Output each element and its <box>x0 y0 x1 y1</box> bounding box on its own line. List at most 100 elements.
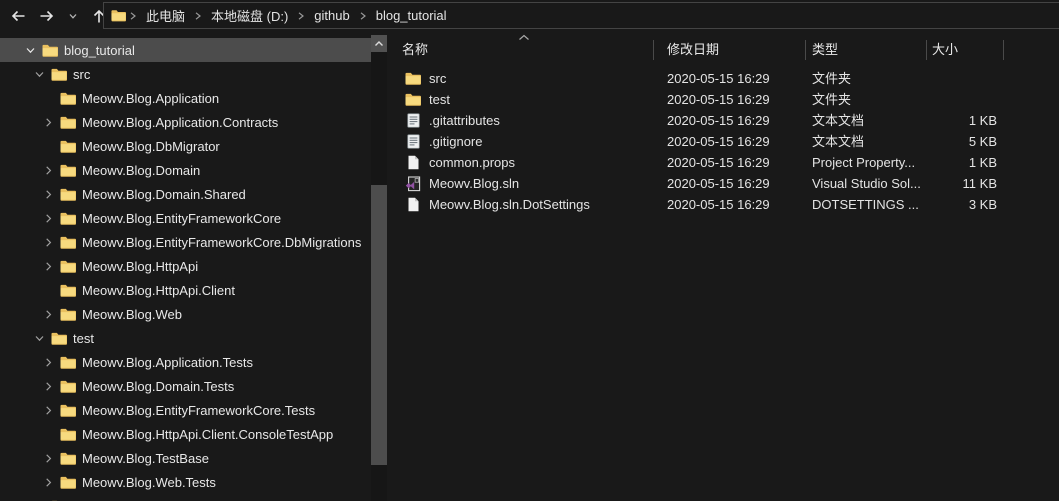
tree-expander-icon[interactable] <box>40 282 57 298</box>
folder-icon <box>42 44 58 57</box>
back-icon <box>9 7 27 25</box>
breadcrumb-chevron-icon[interactable] <box>294 11 308 21</box>
scrollbar-thumb[interactable] <box>371 185 387 465</box>
column-header-size[interactable]: 大小 <box>926 36 1003 63</box>
tree-item[interactable]: Meowv.Blog.Web <box>0 302 387 326</box>
tree-item-label: Meowv.Blog.EntityFrameworkCore.DbMigrati… <box>82 234 362 250</box>
tree-item-label: test <box>73 330 94 346</box>
tree-scrollbar[interactable] <box>371 35 387 501</box>
tree-expander-icon[interactable] <box>31 330 48 346</box>
column-divider[interactable] <box>805 40 806 60</box>
breadcrumb-label[interactable]: blog_tutorial <box>370 8 453 23</box>
file-row[interactable]: common.props 2020-05-15 16:29 Project Pr… <box>390 152 1059 173</box>
tree-item[interactable]: Meowv.Blog.EntityFrameworkCore.Tests <box>0 398 387 422</box>
folder-icon <box>60 140 76 153</box>
file-icon <box>405 113 421 129</box>
tree-item[interactable]: Meowv.Blog.Application <box>0 86 387 110</box>
tree-item[interactable]: Meowv.Blog.HttpApi.Client.ConsoleTestApp <box>0 422 387 446</box>
breadcrumb-label[interactable]: 本地磁盘 (D:) <box>205 6 294 25</box>
folder-icon <box>60 284 76 297</box>
tree-expander-icon[interactable] <box>40 186 57 202</box>
sort-ascending-icon <box>518 34 530 41</box>
forward-button[interactable] <box>37 5 57 27</box>
file-row[interactable]: Meowv.Blog.sln.DotSettings 2020-05-15 16… <box>390 194 1059 215</box>
tree-expander-icon[interactable] <box>22 42 39 58</box>
tree-expander-icon[interactable] <box>40 138 57 154</box>
tree-item[interactable]: blog_tutorial <box>0 38 387 62</box>
forward-icon <box>38 7 56 25</box>
column-divider[interactable] <box>653 40 654 60</box>
breadcrumb-chevron-icon[interactable] <box>126 11 140 21</box>
tree-item[interactable]: Meowv.Blog.DbMigrator <box>0 134 387 158</box>
tree-expander-icon[interactable] <box>40 354 57 370</box>
file-name-cell: src <box>390 68 653 89</box>
tree-expander-icon[interactable] <box>40 234 57 250</box>
tree-item[interactable]: Meowv.Blog.TestBase <box>0 446 387 470</box>
tree-item[interactable]: src <box>0 62 387 86</box>
tree-item[interactable]: Meowv.Blog.HttpApi <box>0 254 387 278</box>
column-divider[interactable] <box>926 40 927 60</box>
tree-expander-icon[interactable] <box>40 426 57 442</box>
tree-expander-icon[interactable] <box>40 378 57 394</box>
navigation-bar: 此电脑 本地磁盘 (D:) github blog_tutorial <box>0 0 1059 31</box>
file-name-cell: .gitignore <box>390 131 653 152</box>
breadcrumb-item: blog_tutorial <box>356 3 453 28</box>
file-row[interactable]: Meowv.Blog.sln 2020-05-15 16:29 Visual S… <box>390 173 1059 194</box>
file-type: DOTSETTINGS ... <box>812 197 919 212</box>
file-icon <box>405 134 421 150</box>
file-row[interactable]: .gitattributes 2020-05-15 16:29 文本文档 1 K… <box>390 110 1059 131</box>
tree-item[interactable]: Meowv.Blog.Application.Tests <box>0 350 387 374</box>
tree-item-label: Meowv.Blog.HttpApi.Client <box>82 282 235 298</box>
tree-item[interactable]: Meowv.Blog.Web.Tests <box>0 470 387 494</box>
tree-item[interactable]: Meowv.Blog.EntityFrameworkCore <box>0 206 387 230</box>
back-button[interactable] <box>8 5 28 27</box>
tree-expander-icon[interactable] <box>40 306 57 322</box>
breadcrumb-chevron-icon[interactable] <box>191 11 205 21</box>
tree-expander-icon[interactable] <box>40 450 57 466</box>
file-row[interactable]: src 2020-05-15 16:29 文件夹 <box>390 68 1059 89</box>
file-date: 2020-05-15 16:29 <box>667 197 770 212</box>
tree-expander-icon[interactable] <box>40 210 57 226</box>
tree-item[interactable]: Meowv.Blog.Domain <box>0 158 387 182</box>
tree-item[interactable]: Meowv.Blog.Domain.Shared <box>0 182 387 206</box>
folder-icon <box>60 116 76 129</box>
breadcrumb-chevron-icon[interactable] <box>356 11 370 21</box>
tree-expander-icon[interactable] <box>40 258 57 274</box>
column-header-date[interactable]: 修改日期 <box>653 36 805 63</box>
tree-expander-icon[interactable] <box>40 474 57 490</box>
tree-item[interactable] <box>0 494 387 501</box>
column-header-date-label: 修改日期 <box>667 42 720 57</box>
file-size: 11 KB <box>962 176 997 191</box>
file-row[interactable]: test 2020-05-15 16:29 文件夹 <box>390 89 1059 110</box>
column-divider[interactable] <box>1003 40 1004 60</box>
tree-expander-icon[interactable] <box>40 162 57 178</box>
tree-item[interactable]: Meowv.Blog.Application.Contracts <box>0 110 387 134</box>
file-size: 1 KB <box>968 113 997 128</box>
breadcrumb-label[interactable]: 此电脑 <box>140 6 191 25</box>
address-bar[interactable]: 此电脑 本地磁盘 (D:) github blog_tutorial <box>103 2 1059 29</box>
breadcrumb-label[interactable]: github <box>308 8 355 23</box>
tree-expander-icon[interactable] <box>40 90 57 106</box>
tree-item-label: Meowv.Blog.Web <box>82 306 182 322</box>
tree-item[interactable]: Meowv.Blog.HttpApi.Client <box>0 278 387 302</box>
tree-item-label: Meowv.Blog.Application.Contracts <box>82 114 279 130</box>
column-header-type[interactable]: 类型 <box>805 36 926 63</box>
tree-expander-icon[interactable] <box>31 66 48 82</box>
tree-expander-icon[interactable] <box>40 114 57 130</box>
file-name-cell: .gitattributes <box>390 110 653 131</box>
file-type: 文件夹 <box>812 71 852 86</box>
folder-icon <box>60 452 76 465</box>
file-name-cell: Meowv.Blog.sln.DotSettings <box>390 194 653 215</box>
column-header-name[interactable]: 名称 <box>390 34 653 63</box>
tree-item[interactable]: Meowv.Blog.Domain.Tests <box>0 374 387 398</box>
file-name: common.props <box>429 155 515 170</box>
tree-item[interactable]: Meowv.Blog.EntityFrameworkCore.DbMigrati… <box>0 230 387 254</box>
tree-item[interactable]: test <box>0 326 387 350</box>
file-type: 文本文档 <box>812 134 865 149</box>
file-row[interactable]: .gitignore 2020-05-15 16:29 文本文档 5 KB <box>390 131 1059 152</box>
scroll-up-button[interactable] <box>371 35 387 52</box>
tree-expander-icon[interactable] <box>40 402 57 418</box>
recent-locations-button[interactable] <box>66 5 80 27</box>
file-icon <box>405 71 421 87</box>
folder-icon <box>60 428 76 441</box>
